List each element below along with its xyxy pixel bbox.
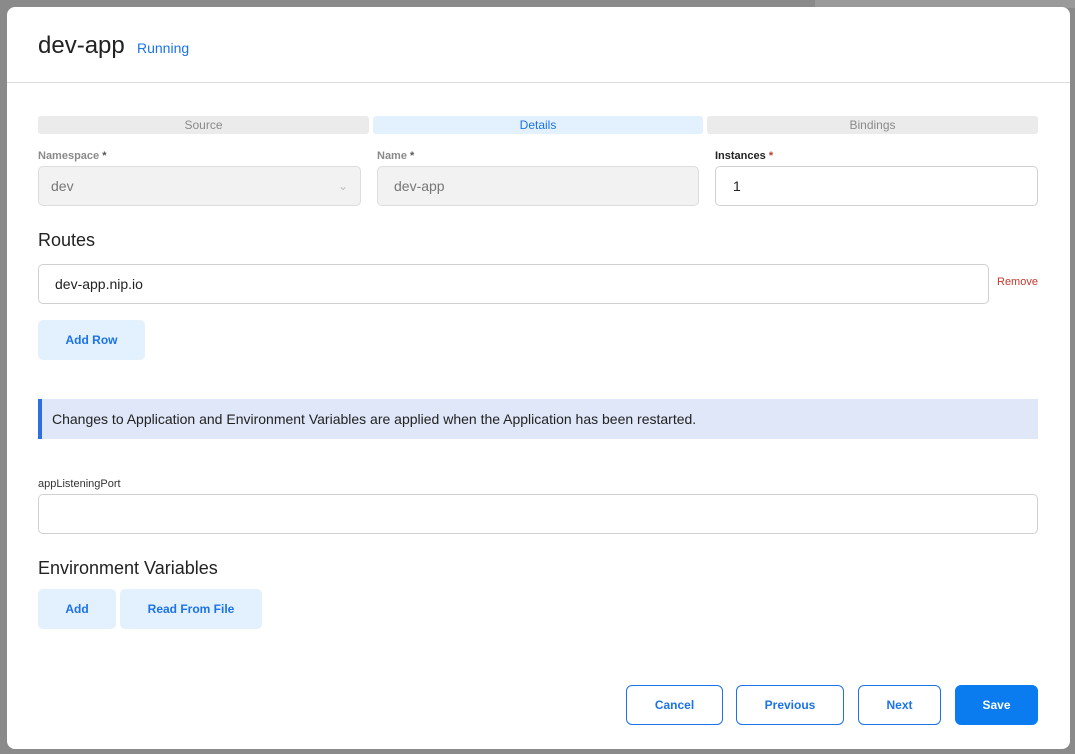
banner-text: Changes to Application and Environment V… (52, 411, 697, 427)
route-input[interactable]: dev-app.nip.io (38, 264, 989, 304)
routes-title: Routes (38, 230, 96, 250)
instances-input[interactable]: 1 (715, 166, 1038, 206)
required-mark: * (102, 150, 107, 162)
app-listening-port-input[interactable] (38, 494, 1038, 534)
name-label-text: Name (377, 150, 407, 162)
name-label: Name * (377, 150, 414, 163)
modal-title: dev-app (38, 32, 125, 59)
add-row-button[interactable]: Add Row (38, 320, 145, 360)
namespace-label-text: Namespace (38, 150, 100, 162)
save-button[interactable]: Save (955, 685, 1038, 725)
namespace-select[interactable]: dev ⌄ (38, 166, 361, 206)
modal-header: dev-app Running (7, 7, 1070, 83)
name-value: dev-app (394, 178, 445, 194)
step-details[interactable]: Details (373, 116, 703, 134)
next-button[interactable]: Next (858, 685, 941, 725)
namespace-label: Namespace * (38, 150, 107, 163)
previous-button[interactable]: Previous (736, 685, 844, 725)
env-vars-title: Environment Variables (38, 558, 218, 578)
edit-application-modal: dev-app Running Source Details Bindings … (7, 7, 1070, 749)
chevron-down-icon: ⌄ (337, 179, 348, 193)
step-source[interactable]: Source (38, 116, 369, 134)
add-env-var-button[interactable]: Add (38, 589, 116, 629)
restart-info-banner: Changes to Application and Environment V… (38, 399, 1038, 439)
step-bindings[interactable]: Bindings (707, 116, 1038, 134)
wizard-steps: Source Details Bindings (38, 116, 1038, 134)
read-from-file-button[interactable]: Read From File (120, 589, 262, 629)
required-mark: * (410, 150, 415, 162)
app-listening-port-label: appListeningPort (38, 478, 121, 490)
cancel-button[interactable]: Cancel (626, 685, 723, 725)
namespace-value: dev (51, 178, 74, 194)
remove-route-link[interactable]: Remove (997, 276, 1038, 289)
required-mark: * (768, 150, 774, 162)
instances-label-text: Instances (715, 150, 766, 162)
status-badge: Running (137, 40, 190, 56)
instances-value: 1 (733, 178, 741, 194)
route-value: dev-app.nip.io (55, 276, 143, 292)
name-input[interactable]: dev-app (377, 166, 699, 206)
instances-label: Instances * (715, 150, 773, 163)
